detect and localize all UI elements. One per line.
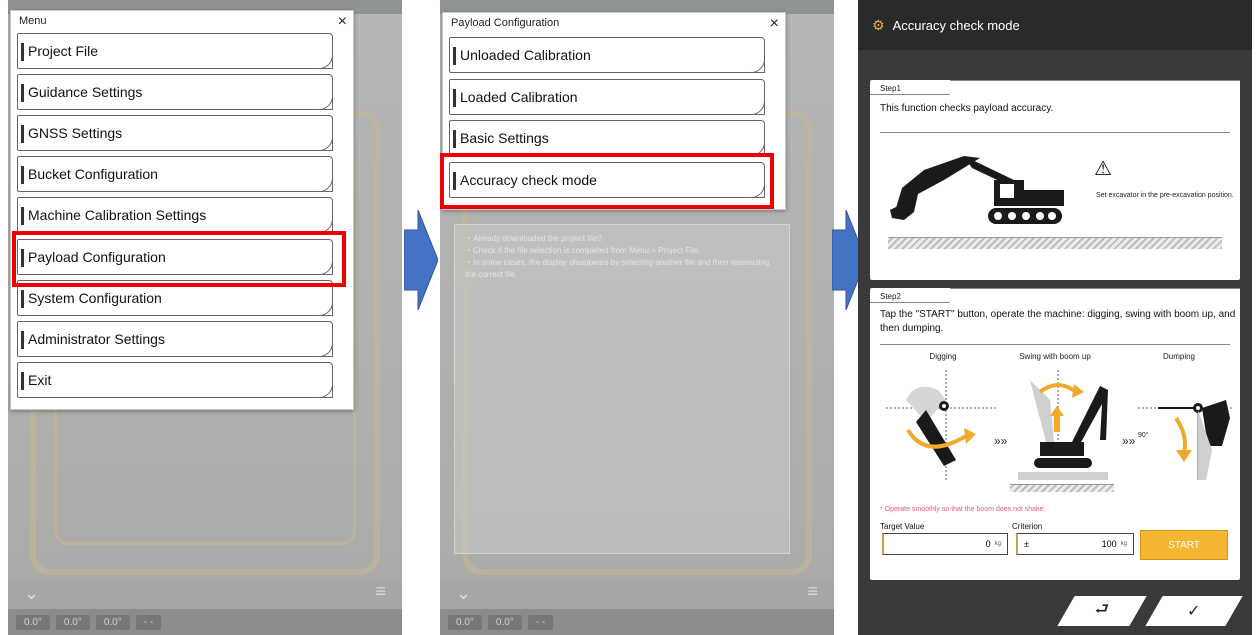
arrow-right-icon — [404, 210, 438, 310]
step-label: Step1 — [880, 84, 901, 93]
chevron-down-icon[interactable]: ⌄ — [24, 583, 39, 604]
popup-title: Menu — [19, 15, 47, 27]
menu-item-loaded-calibration[interactable]: Loaded Calibration — [449, 79, 765, 115]
target-value: 0 — [985, 539, 991, 549]
screen-header: ⚙ Accuracy check mode — [858, 0, 1252, 50]
criterion-field[interactable]: ± 100 kg — [1016, 533, 1134, 555]
menu-item-basic-settings[interactable]: Basic Settings — [449, 120, 765, 156]
menu-item-administrator-settings[interactable]: Administrator Settings — [17, 321, 333, 357]
menu-item-guidance-settings[interactable]: Guidance Settings — [17, 74, 333, 110]
status-value: 0.0° — [55, 614, 90, 630]
bottom-tabs: ⌄ ≡ — [8, 579, 402, 609]
back-button[interactable]: ⮐ — [1057, 596, 1147, 626]
step2-card: Step2 Tap the "START" button, operate th… — [870, 288, 1240, 580]
divider — [870, 94, 950, 95]
target-value-label: Target Value — [880, 522, 925, 531]
criterion-unit: kg — [1120, 541, 1127, 547]
step1-card: Step1 This function checks payload accur… — [870, 80, 1240, 280]
hint-line: ・Already downloaded the project file? — [465, 234, 602, 243]
caption-dumping: Dumping — [1162, 352, 1195, 361]
status-value: - - — [527, 614, 554, 630]
digging-illustration — [886, 370, 996, 480]
menu-popup: Menu × Project File Guidance Settings GN… — [10, 10, 354, 410]
back-icon: ⮐ — [1094, 600, 1110, 618]
angle-label: 90° — [1138, 432, 1149, 439]
chevrons-icon: »» — [994, 434, 1008, 448]
accuracy-check-screen: ⚙ Accuracy check mode Step1 This functio… — [858, 0, 1252, 635]
status-bar: 0.0° 0.0° - - — [440, 609, 834, 635]
menu-screen: ⌄ ≡ 0.0° 0.0° 0.0° - - Menu × Project Fi… — [8, 0, 402, 635]
divider — [870, 302, 950, 303]
menu-item-machine-calibration[interactable]: Machine Calibration Settings — [17, 197, 333, 233]
bottom-tabs: ⌄ ≡ — [440, 579, 834, 609]
divider — [880, 132, 1230, 133]
step-label: Step2 — [880, 292, 901, 301]
hamburger-icon[interactable]: ≡ — [375, 581, 386, 602]
hint-box: ・Already downloaded the project file? ・C… — [454, 224, 790, 554]
status-bar: 0.0° 0.0° 0.0° - - — [8, 609, 402, 635]
close-icon[interactable]: × — [338, 13, 347, 31]
screen-title: Accuracy check mode — [892, 17, 1020, 33]
chevron-down-icon[interactable]: ⌄ — [456, 583, 471, 604]
status-value: 0.0° — [448, 614, 482, 630]
highlight-box — [440, 153, 774, 209]
ground-hatch — [888, 237, 1222, 249]
target-value-field[interactable]: 0 kg — [882, 533, 1008, 555]
check-icon: ✓ — [1187, 603, 1201, 620]
status-value: - - — [135, 614, 162, 630]
close-icon[interactable]: × — [770, 15, 779, 33]
dumping-illustration — [1138, 400, 1234, 480]
swing-illustration — [1018, 370, 1108, 480]
criterion-value: 100 — [1101, 539, 1117, 549]
criterion-prefix: ± — [1024, 539, 1029, 549]
step1-description: This function checks payload accuracy. — [880, 103, 1054, 114]
screen-body: Step1 This function checks payload accur… — [858, 50, 1252, 635]
hint-line: ・In some cases, the display disappears b… — [465, 258, 770, 279]
divider — [880, 344, 1230, 345]
status-value: 0.0° — [487, 614, 522, 630]
target-unit: kg — [994, 541, 1001, 547]
ground-hatch — [1010, 484, 1114, 492]
divider — [950, 288, 1240, 289]
status-value: 0.0° — [95, 614, 130, 630]
warning-icon: ⚠ — [1094, 158, 1112, 180]
gear-icon: ⚙ — [872, 16, 885, 33]
status-value: 0.0° — [16, 614, 50, 630]
menu-item-gnss-settings[interactable]: GNSS Settings — [17, 115, 333, 151]
menu-item-project-file[interactable]: Project File — [17, 33, 333, 69]
payload-configuration-screen: ⌄ ≡ 0.0° 0.0° - - ・Already downloaded th… — [440, 0, 834, 635]
operation-warning: * Operate smoothly so that the boom does… — [880, 506, 1046, 513]
highlight-box — [12, 231, 346, 287]
caption-digging: Digging — [929, 352, 957, 361]
hint-line: ・Check if the file selection is complete… — [465, 246, 701, 255]
menu-item-exit[interactable]: Exit — [17, 362, 333, 398]
chevrons-icon: »» — [1122, 434, 1136, 448]
hamburger-icon[interactable]: ≡ — [807, 581, 818, 602]
criterion-label: Criterion — [1012, 522, 1043, 531]
popup-title: Payload Configuration — [451, 17, 560, 29]
menu-item-unloaded-calibration[interactable]: Unloaded Calibration — [449, 37, 765, 73]
excavator-illustration — [890, 156, 1064, 224]
start-button[interactable]: START — [1140, 530, 1228, 560]
position-note: Set excavator in the pre-excavation posi… — [1096, 192, 1234, 199]
caption-swing: Swing with boom up — [1019, 352, 1091, 361]
step2-description: Tap the "START" button, operate the mach… — [880, 309, 1236, 334]
confirm-button[interactable]: ✓ — [1145, 596, 1243, 626]
menu-item-bucket-configuration[interactable]: Bucket Configuration — [17, 156, 333, 192]
divider — [950, 80, 1240, 81]
